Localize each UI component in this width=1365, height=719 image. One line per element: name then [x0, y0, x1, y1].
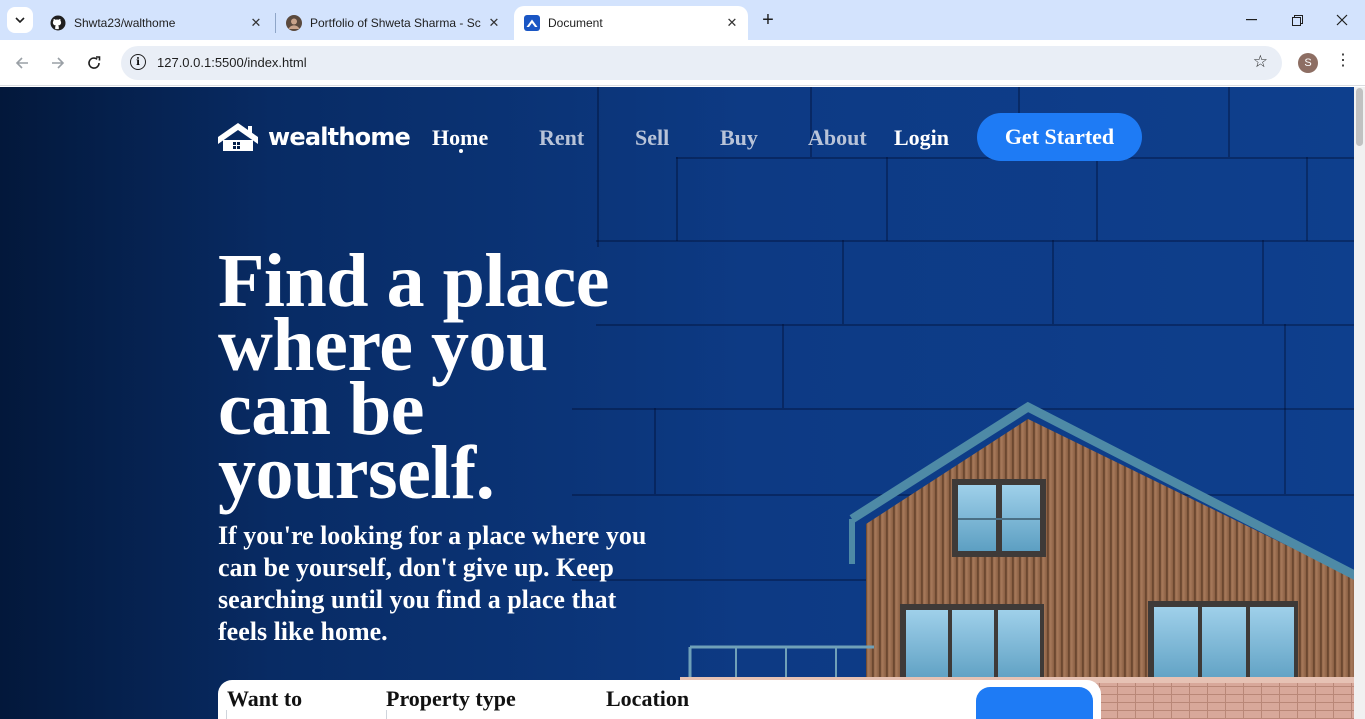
tab-strip: Shwta23/walthome ✕ Portfolio of Shweta S… [0, 0, 1365, 40]
background-grid [1262, 240, 1264, 324]
page-scrollbar[interactable] [1354, 87, 1365, 719]
background-grid [886, 157, 888, 241]
nav-rent[interactable]: Rent [539, 125, 584, 151]
back-icon[interactable] [8, 49, 36, 77]
get-started-button[interactable]: Get Started [977, 113, 1142, 161]
active-nav-indicator [459, 149, 463, 153]
nav-about[interactable]: About [808, 125, 867, 151]
nav-home[interactable]: Home [432, 125, 488, 151]
background-grid [597, 87, 599, 247]
github-icon [50, 15, 66, 31]
profile-avatar[interactable]: S [1298, 53, 1318, 73]
tab-search-button[interactable] [7, 7, 33, 33]
tab-title: Shwta23/walthome [74, 16, 176, 30]
want-to-label: Want to [227, 686, 303, 711]
house-logo-icon [218, 123, 258, 151]
tab-title: Portfolio of Shweta Sharma - Sc [310, 16, 481, 30]
close-window-icon[interactable] [1319, 0, 1365, 40]
background-grid [676, 157, 678, 241]
bookmark-star-icon[interactable]: ☆ [1253, 52, 1268, 72]
field-divider [386, 710, 387, 719]
tab-github[interactable]: Shwta23/walthome ✕ [40, 6, 272, 40]
chevron-down-icon [15, 17, 25, 23]
close-icon[interactable]: ✕ [246, 13, 266, 33]
background-grid [596, 240, 1354, 242]
background-grid [1052, 240, 1054, 324]
scrollbar-thumb[interactable] [1356, 88, 1363, 146]
minimize-icon[interactable] [1228, 0, 1274, 40]
forward-icon[interactable] [44, 49, 72, 77]
property-search-form: Want to Property type Location [218, 680, 1101, 719]
brand-logo[interactable]: wealthome [218, 123, 411, 151]
hero-subtitle: If you're looking for a place where you … [218, 521, 647, 646]
background-grid [1228, 87, 1230, 157]
restore-icon[interactable] [1274, 0, 1320, 40]
property-type-label: Property type [386, 686, 516, 711]
tab-document[interactable]: Document ✕ [514, 6, 748, 40]
background-grid [1306, 157, 1308, 241]
address-bar[interactable]: i 127.0.0.1:5500/index.html ☆ [121, 46, 1282, 80]
hero-title: Find a place where you can be yourself. [218, 239, 609, 515]
page-viewport: wealthome Home Rent Sell Buy About Login… [0, 87, 1354, 719]
field-divider [226, 710, 227, 719]
tab-title: Document [548, 16, 603, 30]
nav-sell[interactable]: Sell [635, 125, 669, 151]
browser-toolbar: i 127.0.0.1:5500/index.html ☆ [0, 40, 1365, 86]
menu-kebab-icon[interactable]: ⋮ [1335, 50, 1351, 70]
house-image [680, 401, 1354, 719]
location-label: Location [606, 686, 690, 711]
background-grid [1096, 157, 1098, 241]
profile-photo-icon [286, 15, 302, 31]
close-icon[interactable]: ✕ [484, 13, 504, 33]
url-text[interactable]: 127.0.0.1:5500/index.html [157, 55, 307, 70]
login-link[interactable]: Login [894, 125, 949, 151]
search-button[interactable] [976, 687, 1093, 719]
background-grid [842, 240, 844, 324]
reload-icon[interactable] [80, 49, 108, 77]
brand-name: wealthome [268, 123, 411, 151]
nav-buy[interactable]: Buy [720, 125, 758, 151]
site-info-icon[interactable]: i [130, 54, 146, 70]
wealthome-house-icon [524, 15, 540, 31]
tab-portfolio[interactable]: Portfolio of Shweta Sharma - Sc ✕ [276, 6, 510, 40]
close-icon[interactable]: ✕ [722, 13, 742, 33]
new-tab-button[interactable]: + [756, 8, 780, 32]
